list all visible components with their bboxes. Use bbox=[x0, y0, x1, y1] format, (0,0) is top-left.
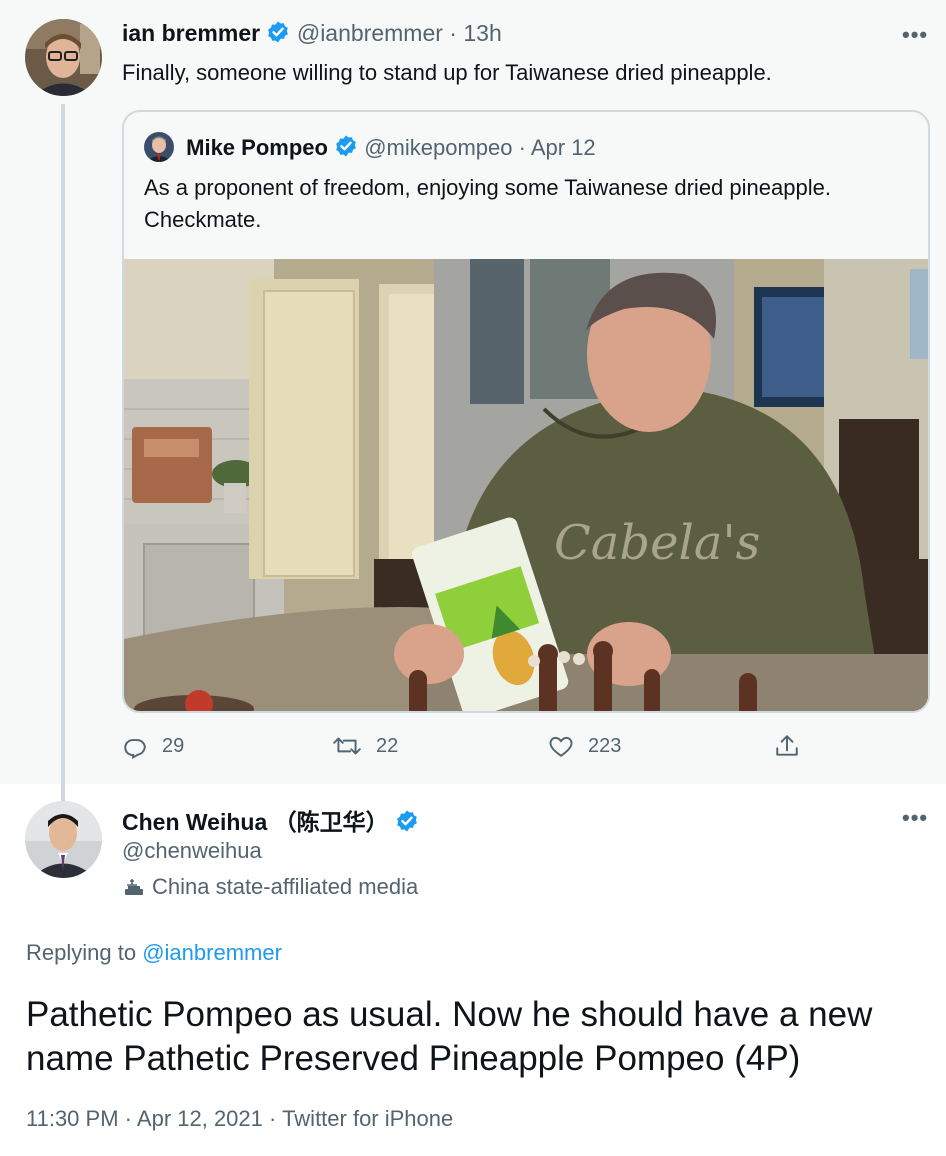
reply-button[interactable]: 29 bbox=[122, 733, 184, 759]
tweet2-header: Chen Weihua （陈卫华） bbox=[122, 803, 419, 839]
author-name[interactable]: Chen Weihua （陈卫华） bbox=[122, 809, 389, 835]
tweet1-text: Finally, someone willing to stand up for… bbox=[122, 60, 772, 85]
share-icon bbox=[776, 735, 798, 756]
affiliation-text: China state-affiliated media bbox=[152, 874, 419, 899]
like-button[interactable]: 223 bbox=[548, 733, 621, 759]
author-handle[interactable]: @chenweihua bbox=[122, 838, 262, 864]
quote-author-name[interactable]: Mike Pompeo bbox=[186, 135, 328, 160]
tweet-time[interactable]: 11:30 PM bbox=[26, 1106, 119, 1131]
action-bar: 29 22 223 bbox=[122, 733, 822, 765]
tweet-meta: 11:30 PM · Apr 12, 2021 · Twitter for iP… bbox=[26, 1106, 453, 1132]
like-icon bbox=[549, 736, 573, 757]
replying-to-link[interactable]: @ianbremmer bbox=[142, 940, 282, 965]
avatar-mike-pompeo[interactable] bbox=[144, 132, 174, 162]
author-handle[interactable]: @ianbremmer bbox=[297, 20, 443, 46]
separator-dot: · bbox=[449, 20, 457, 46]
parent-tweet[interactable]: ian bremmer @ianbremmer · 13h ••• Finall… bbox=[0, 0, 946, 804]
quote-author-handle[interactable]: @mikepompeo bbox=[364, 135, 512, 160]
replying-prefix: Replying to bbox=[26, 940, 137, 965]
quoted-tweet[interactable]: Mike Pompeo @mikepompeo · Apr 12 As a pr… bbox=[122, 110, 930, 713]
verified-icon bbox=[334, 134, 358, 164]
separator-dot: · bbox=[124, 1106, 132, 1131]
avatar-ian-bremmer[interactable] bbox=[25, 19, 102, 96]
quote-text: As a proponent of freedom, enjoying some… bbox=[144, 175, 831, 232]
hoodie-logo-text: Cabela's bbox=[554, 515, 760, 571]
replying-to: Replying to @ianbremmer bbox=[26, 940, 282, 966]
verified-icon bbox=[395, 809, 419, 839]
retweet-button[interactable]: 22 bbox=[332, 733, 398, 759]
tweet2-text: Pathetic Pompeo as usual. Now he should … bbox=[26, 995, 873, 1078]
quote-photo[interactable]: Cabela's bbox=[124, 259, 928, 711]
tweet-date[interactable]: Apr 12, 2021 bbox=[137, 1106, 263, 1131]
state-affiliation-label[interactable]: China state-affiliated media bbox=[122, 874, 418, 900]
reply-icon bbox=[124, 739, 146, 759]
quote-header: Mike Pompeo @mikepompeo · Apr 12 bbox=[144, 132, 596, 164]
more-icon[interactable]: ••• bbox=[902, 22, 928, 48]
tweet-time[interactable]: 13h bbox=[463, 20, 501, 46]
thread-connector bbox=[61, 104, 65, 804]
author-name[interactable]: ian bremmer bbox=[122, 20, 260, 46]
retweet-count: 22 bbox=[376, 734, 399, 757]
avatar-chen-weihua[interactable] bbox=[25, 801, 102, 878]
reply-count: 29 bbox=[162, 734, 185, 757]
verified-icon bbox=[266, 20, 290, 50]
tweet-source[interactable]: Twitter for iPhone bbox=[282, 1106, 453, 1131]
more-icon[interactable]: ••• bbox=[902, 805, 928, 831]
state-media-icon bbox=[125, 879, 143, 895]
separator-dot: · bbox=[269, 1106, 277, 1131]
separator-dot: · bbox=[518, 135, 526, 160]
share-button[interactable] bbox=[774, 733, 814, 759]
quote-date[interactable]: Apr 12 bbox=[531, 135, 596, 160]
tweet1-header: ian bremmer @ianbremmer · 13h bbox=[122, 20, 502, 50]
like-count: 223 bbox=[588, 734, 622, 757]
retweet-icon bbox=[333, 737, 361, 755]
